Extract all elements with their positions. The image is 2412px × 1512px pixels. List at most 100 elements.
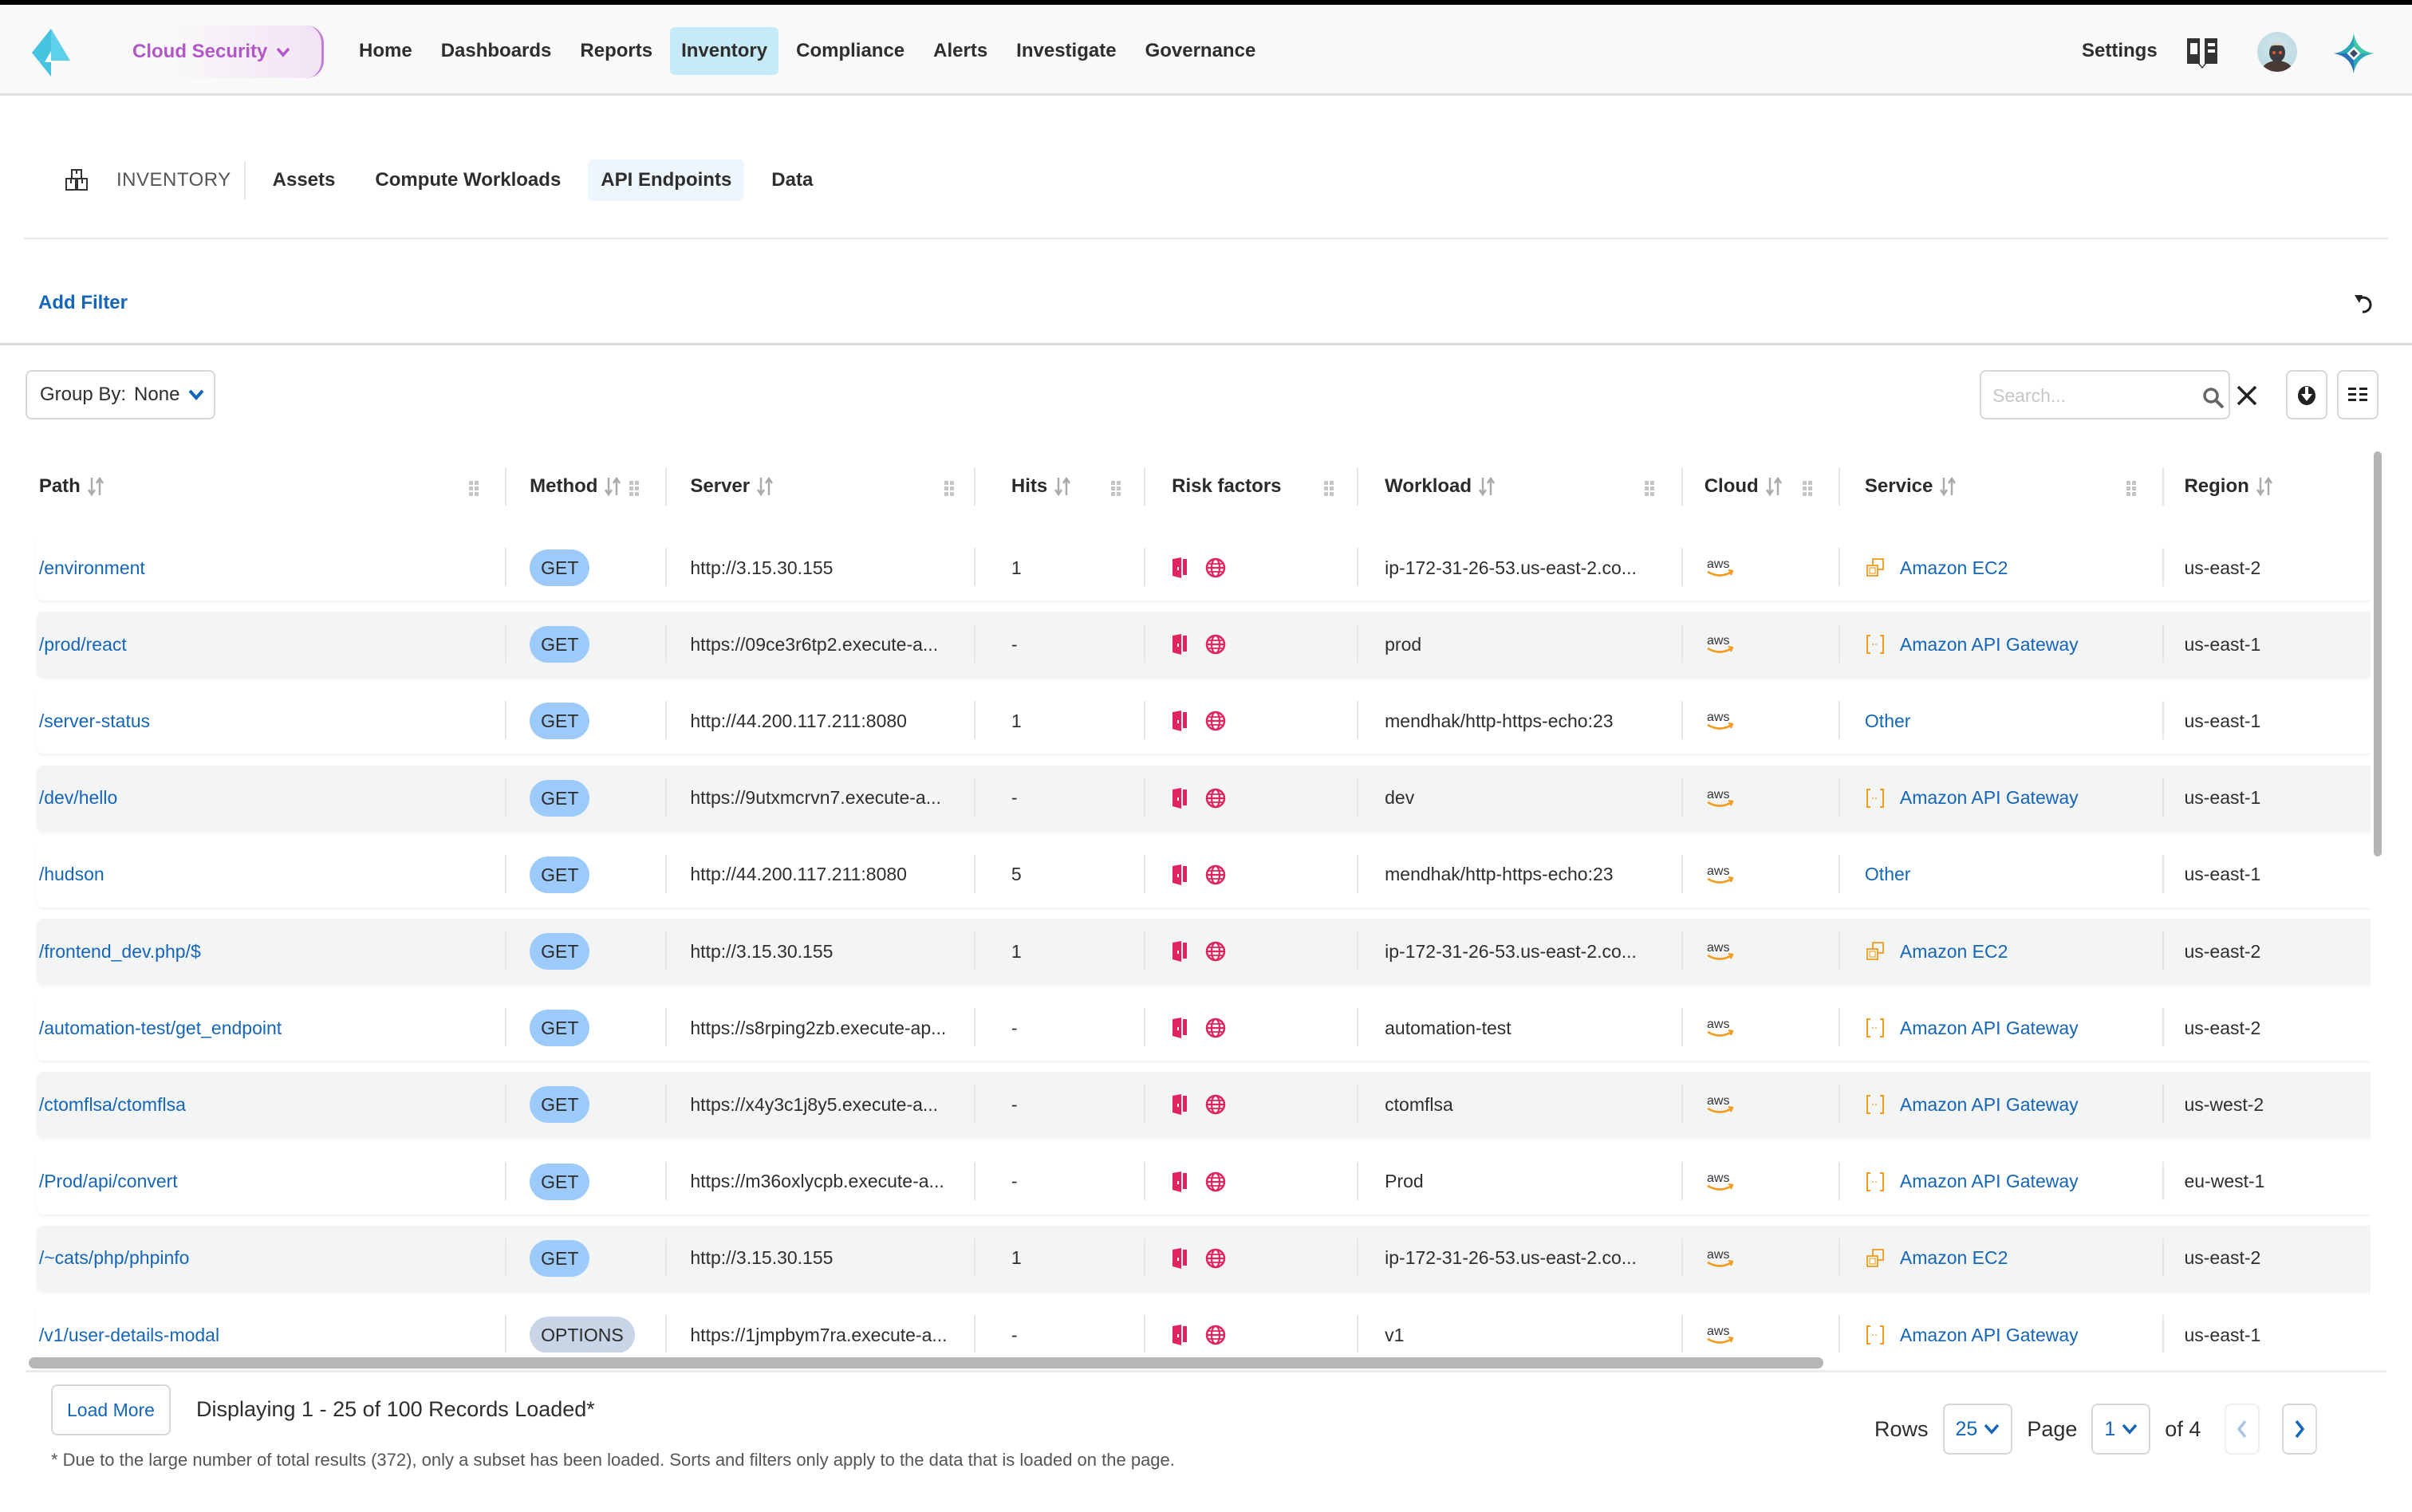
column-header-risk-factors[interactable]: Risk factors	[1172, 464, 1281, 509]
rows-per-page-select[interactable]: 25	[1942, 1404, 2013, 1455]
internet-globe-icon[interactable]	[1205, 788, 1226, 809]
tab-assets[interactable]: Assets	[260, 159, 349, 201]
column-settings-button[interactable]	[2337, 370, 2378, 419]
sort-icon[interactable]	[1054, 476, 1071, 497]
exposed-door-icon[interactable]	[1172, 1018, 1188, 1039]
sort-icon[interactable]	[2256, 476, 2273, 497]
nav-item-home[interactable]: Home	[348, 27, 424, 75]
internet-globe-icon[interactable]	[1205, 1094, 1226, 1115]
internet-globe-icon[interactable]	[1205, 1171, 1226, 1192]
path-link[interactable]: /v1/user-details-modal	[39, 1325, 219, 1346]
search-input[interactable]	[1992, 381, 2152, 410]
service-link[interactable]: Amazon API Gateway	[1900, 1325, 2079, 1346]
settings-link[interactable]: Settings	[2082, 40, 2158, 62]
path-link[interactable]: /~cats/php/phpinfo	[39, 1247, 190, 1269]
tab-compute-workloads[interactable]: Compute Workloads	[362, 159, 573, 201]
internet-globe-icon[interactable]	[1205, 711, 1226, 731]
path-link[interactable]: /prod/react	[39, 634, 127, 656]
column-header-service[interactable]: Service	[1865, 464, 1957, 509]
path-link[interactable]: /frontend_dev.php/$	[39, 941, 201, 963]
column-header-path[interactable]: Path	[39, 464, 104, 509]
table-row[interactable]: /hudson GET http://44.200.117.211:8080 5 men…	[37, 841, 2371, 908]
column-header-method[interactable]: Method	[530, 464, 621, 509]
column-drag-handle-icon[interactable]	[1802, 480, 1813, 498]
reset-undo-icon[interactable]	[2353, 292, 2377, 316]
exposed-door-icon[interactable]	[1172, 1325, 1188, 1345]
path-link[interactable]: /Prod/api/convert	[39, 1171, 178, 1192]
internet-globe-icon[interactable]	[1205, 1018, 1226, 1038]
path-link[interactable]: /dev/hello	[39, 787, 117, 809]
column-resize-handle[interactable]	[1681, 467, 1683, 506]
group-by-dropdown[interactable]: Group By: None	[26, 370, 215, 419]
service-link[interactable]: Amazon API Gateway	[1900, 1171, 2079, 1192]
service-link[interactable]: Amazon API Gateway	[1900, 634, 2079, 656]
load-more-button[interactable]: Load More	[51, 1384, 171, 1435]
path-link[interactable]: /ctomflsa/ctomflsa	[39, 1094, 186, 1116]
exposed-door-icon[interactable]	[1172, 634, 1188, 656]
service-link[interactable]: Amazon API Gateway	[1900, 1018, 2079, 1039]
table-row[interactable]: /Prod/api/convert GET https://m36oxlycpb.e…	[37, 1148, 2371, 1215]
nav-item-dashboards[interactable]: Dashboards	[430, 27, 563, 75]
user-avatar[interactable]	[2257, 32, 2297, 72]
nav-item-reports[interactable]: Reports	[569, 27, 664, 75]
previous-page-button[interactable]	[2225, 1404, 2260, 1455]
page-select[interactable]: 1	[2091, 1404, 2151, 1455]
sort-icon[interactable]	[87, 476, 104, 497]
sort-icon[interactable]	[1765, 476, 1783, 497]
column-resize-handle[interactable]	[505, 467, 507, 506]
clear-search-icon[interactable]	[2235, 384, 2259, 408]
table-row[interactable]: /prod/react GET https://09ce3r6tp2.execute…	[37, 612, 2371, 678]
column-drag-handle-icon[interactable]	[629, 480, 640, 498]
column-resize-handle[interactable]	[974, 467, 976, 506]
service-link[interactable]: Amazon API Gateway	[1900, 787, 2079, 809]
add-filter-button[interactable]: Add Filter	[38, 292, 128, 314]
column-drag-handle-icon[interactable]	[2126, 480, 2137, 498]
service-link[interactable]: Amazon API Gateway	[1900, 1094, 2079, 1116]
column-resize-handle[interactable]	[1144, 467, 1146, 506]
column-drag-handle-icon[interactable]	[944, 480, 955, 498]
exposed-door-icon[interactable]	[1172, 864, 1188, 885]
tab-data[interactable]: Data	[759, 159, 826, 201]
column-drag-handle-icon[interactable]	[1110, 480, 1121, 498]
internet-globe-icon[interactable]	[1205, 1325, 1226, 1345]
path-link[interactable]: /hudson	[39, 864, 104, 885]
nav-item-investigate[interactable]: Investigate	[1005, 27, 1127, 75]
path-link[interactable]: /server-status	[39, 711, 150, 732]
service-link[interactable]: Amazon EC2	[1900, 941, 2008, 963]
path-link[interactable]: /environment	[39, 557, 145, 579]
table-row[interactable]: /dev/hello GET https://9utxmcrvn7.execute-…	[37, 765, 2371, 831]
app-logo-icon[interactable]	[32, 29, 70, 77]
column-resize-handle[interactable]	[665, 467, 668, 506]
column-header-hits[interactable]: Hits	[1011, 464, 1071, 509]
nav-item-compliance[interactable]: Compliance	[785, 27, 916, 75]
table-row[interactable]: /ctomflsa/ctomflsa GET https://x4y3c1j8y5.…	[37, 1072, 2371, 1138]
internet-globe-icon[interactable]	[1205, 557, 1226, 578]
exposed-door-icon[interactable]	[1172, 941, 1188, 962]
nav-item-alerts[interactable]: Alerts	[922, 27, 999, 75]
download-button[interactable]	[2286, 370, 2327, 419]
exposed-door-icon[interactable]	[1172, 557, 1188, 578]
table-row[interactable]: /environment GET http://3.15.30.155 1 ip-172…	[37, 535, 2371, 600]
column-header-server[interactable]: Server	[690, 464, 774, 509]
sort-icon[interactable]	[1939, 476, 1957, 497]
exposed-door-icon[interactable]	[1172, 1094, 1188, 1116]
internet-globe-icon[interactable]	[1205, 634, 1226, 655]
sort-icon[interactable]	[1478, 476, 1496, 497]
service-link[interactable]: Other	[1865, 864, 1911, 885]
documentation-book-icon[interactable]	[2185, 37, 2219, 69]
exposed-door-icon[interactable]	[1172, 1247, 1188, 1269]
internet-globe-icon[interactable]	[1205, 1248, 1226, 1269]
column-header-workload[interactable]: Workload	[1385, 464, 1496, 509]
column-resize-handle[interactable]	[1839, 467, 1841, 506]
sort-icon[interactable]	[756, 476, 774, 497]
internet-globe-icon[interactable]	[1205, 941, 1226, 962]
path-link[interactable]: /automation-test/get_endpoint	[39, 1018, 282, 1039]
service-link[interactable]: Amazon EC2	[1900, 557, 2008, 579]
table-row[interactable]: /frontend_dev.php/$ GET http://3.15.30.155…	[37, 919, 2371, 984]
product-switcher[interactable]: Cloud Security	[100, 26, 324, 78]
tab-api-endpoints[interactable]: API Endpoints	[588, 159, 745, 201]
exposed-door-icon[interactable]	[1172, 1171, 1188, 1192]
horizontal-scrollbar[interactable]	[29, 1357, 1823, 1368]
brand-assistant-icon[interactable]	[2334, 33, 2374, 73]
column-resize-handle[interactable]	[1357, 467, 1359, 506]
